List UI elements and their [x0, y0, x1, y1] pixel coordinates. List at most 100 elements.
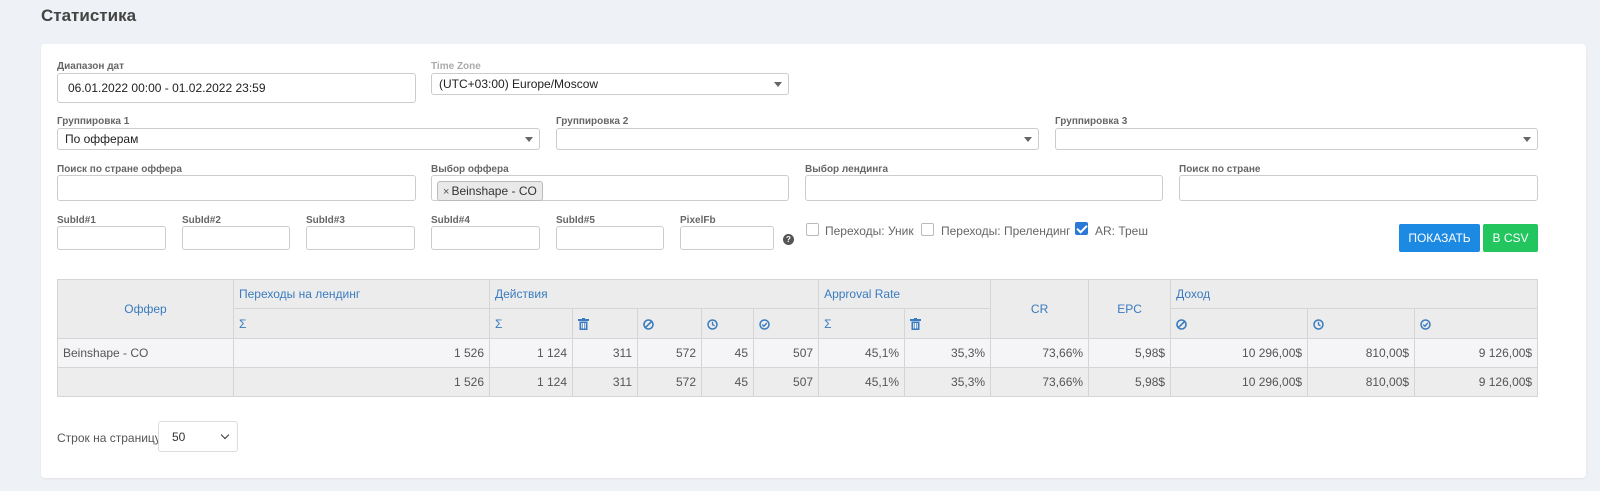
rows-per-page-label: Строк на страницу:: [57, 431, 165, 445]
rows-per-page-value: 50: [172, 430, 186, 444]
cell-total: 35,3%: [904, 367, 992, 397]
csv-export-button[interactable]: В CSV: [1483, 224, 1538, 252]
offer-country-label: Поиск по стране оффера: [57, 164, 182, 175]
group2-label: Группировка 2: [556, 116, 629, 127]
group1-label: Группировка 1: [57, 116, 130, 127]
cell-total: 5,98$: [1088, 367, 1172, 397]
cell-value: 1 526: [233, 338, 490, 368]
col-header-landing-clicks[interactable]: Переходы на лендинг: [233, 279, 490, 309]
col-header-epc[interactable]: EPC: [1088, 279, 1172, 339]
page-title: Статистика: [41, 6, 137, 25]
subid5-label: SubId#5: [556, 215, 595, 226]
subid4-label: SubId#4: [431, 215, 470, 226]
clock-icon[interactable]: [1307, 308, 1416, 339]
cell-total: 10 296,00$: [1170, 367, 1309, 397]
col-header-cr[interactable]: CR: [990, 279, 1090, 339]
country-search-input[interactable]: [1179, 175, 1538, 201]
cell-value: 35,3%: [904, 338, 992, 368]
selected-offer-label: Beinshape - CO: [451, 184, 537, 198]
table-total-row: 1 526 1 124 311 572 45 507 45,1% 35,3% 7…: [57, 367, 1539, 397]
subid2-input[interactable]: [182, 226, 290, 250]
help-icon[interactable]: ?: [783, 234, 794, 245]
cell-value: 5,98$: [1088, 338, 1172, 368]
cell-offer-name: Beinshape - CO: [57, 338, 234, 368]
cell-total-name: [57, 367, 234, 397]
date-range-input[interactable]: 06.01.2022 00:00 - 01.02.2022 23:59: [57, 73, 416, 103]
group1-value: По офферам: [65, 132, 139, 146]
prelanding-clicks-checkbox[interactable]: [921, 223, 934, 236]
cell-total: 73,66%: [990, 367, 1090, 397]
col-header-approval-rate[interactable]: Approval Rate: [818, 279, 992, 309]
subid5-input[interactable]: [556, 226, 664, 250]
clock-icon[interactable]: [701, 308, 754, 339]
cell-value: 45,1%: [818, 338, 906, 368]
prelanding-clicks-label: Переходы: Прелендинг: [941, 224, 1071, 238]
caret-down-icon: [774, 82, 782, 87]
trash-icon[interactable]: [572, 308, 638, 339]
cell-total: 507: [752, 367, 820, 397]
sigma-icon[interactable]: Σ: [818, 308, 906, 339]
subid1-label: SubId#1: [57, 215, 96, 226]
group2-select[interactable]: [556, 128, 1039, 150]
sigma-icon[interactable]: Σ: [233, 308, 490, 339]
trash-icon[interactable]: [904, 308, 992, 339]
date-range-label: Диапазон дат: [57, 61, 125, 72]
group3-select[interactable]: [1055, 128, 1538, 150]
rows-per-page-select[interactable]: 50: [158, 421, 238, 452]
ar-trash-label: AR: Треш: [1095, 224, 1148, 238]
table-row: Beinshape - CO 1 526 1 124 311 572 45 50…: [57, 338, 1539, 368]
cell-value: 1 124: [489, 338, 573, 368]
ban-icon[interactable]: [1170, 308, 1309, 339]
unique-clicks-checkbox[interactable]: [806, 223, 819, 236]
cell-value: 45: [701, 338, 754, 368]
cell-value: 507: [752, 338, 820, 368]
date-range-value: 06.01.2022 00:00 - 01.02.2022 23:59: [68, 81, 266, 95]
subid2-label: SubId#2: [182, 215, 221, 226]
ban-icon[interactable]: [637, 308, 702, 339]
caret-down-icon: [1523, 137, 1531, 142]
remove-tag-icon[interactable]: ×: [443, 186, 449, 198]
col-header-income[interactable]: Доход: [1170, 279, 1539, 309]
cell-total: 45,1%: [818, 367, 906, 397]
landing-select[interactable]: [805, 175, 1163, 201]
sigma-icon[interactable]: Σ: [489, 308, 573, 339]
timezone-label: Time Zone: [431, 61, 481, 72]
stats-table: Оффер Переходы на лендинг Действия Appro…: [57, 279, 1539, 397]
selected-offer-tag: × Beinshape - CO: [437, 181, 543, 201]
cell-total: 810,00$: [1307, 367, 1416, 397]
stats-filter-card: Диапазон дат 06.01.2022 00:00 - 01.02.20…: [41, 44, 1586, 478]
offer-country-input[interactable]: [57, 175, 416, 201]
country-search-label: Поиск по стране: [1179, 164, 1261, 175]
subid3-input[interactable]: [306, 226, 415, 250]
cell-total: 45: [701, 367, 754, 397]
cell-total: 1 526: [233, 367, 490, 397]
check-circle-icon[interactable]: [752, 308, 820, 339]
subid1-input[interactable]: [57, 226, 166, 250]
cell-value: 10 296,00$: [1170, 338, 1309, 368]
cell-value: 572: [637, 338, 702, 368]
cell-total: 9 126,00$: [1414, 367, 1539, 397]
pixelfb-input[interactable]: [680, 226, 774, 250]
caret-down-icon: [1024, 137, 1032, 142]
offer-select-label: Выбор оффера: [431, 164, 509, 175]
show-button[interactable]: ПОКАЗАТЬ: [1399, 224, 1480, 252]
ar-trash-checkbox[interactable]: [1075, 222, 1088, 235]
timezone-select[interactable]: (UTC+03:00) Europe/Moscow: [431, 73, 789, 95]
unique-clicks-label: Переходы: Уник: [825, 224, 914, 238]
cell-value: 73,66%: [990, 338, 1090, 368]
col-header-actions[interactable]: Действия: [488, 279, 820, 309]
check-circle-icon[interactable]: [1414, 308, 1539, 339]
offer-select[interactable]: × Beinshape - CO: [431, 175, 789, 201]
cell-total: 1 124: [489, 367, 573, 397]
col-header-offer[interactable]: Оффер: [57, 279, 234, 339]
caret-down-icon: [525, 137, 533, 142]
chevron-down-icon: [220, 430, 230, 440]
group1-select[interactable]: По офферам: [57, 128, 540, 150]
cell-total: 311: [572, 367, 638, 397]
subid4-input[interactable]: [431, 226, 540, 250]
cell-total: 572: [637, 367, 702, 397]
cell-value: 810,00$: [1307, 338, 1416, 368]
subid3-label: SubId#3: [306, 215, 345, 226]
group3-label: Группировка 3: [1055, 116, 1128, 127]
pixelfb-label: PixelFb: [680, 215, 716, 226]
